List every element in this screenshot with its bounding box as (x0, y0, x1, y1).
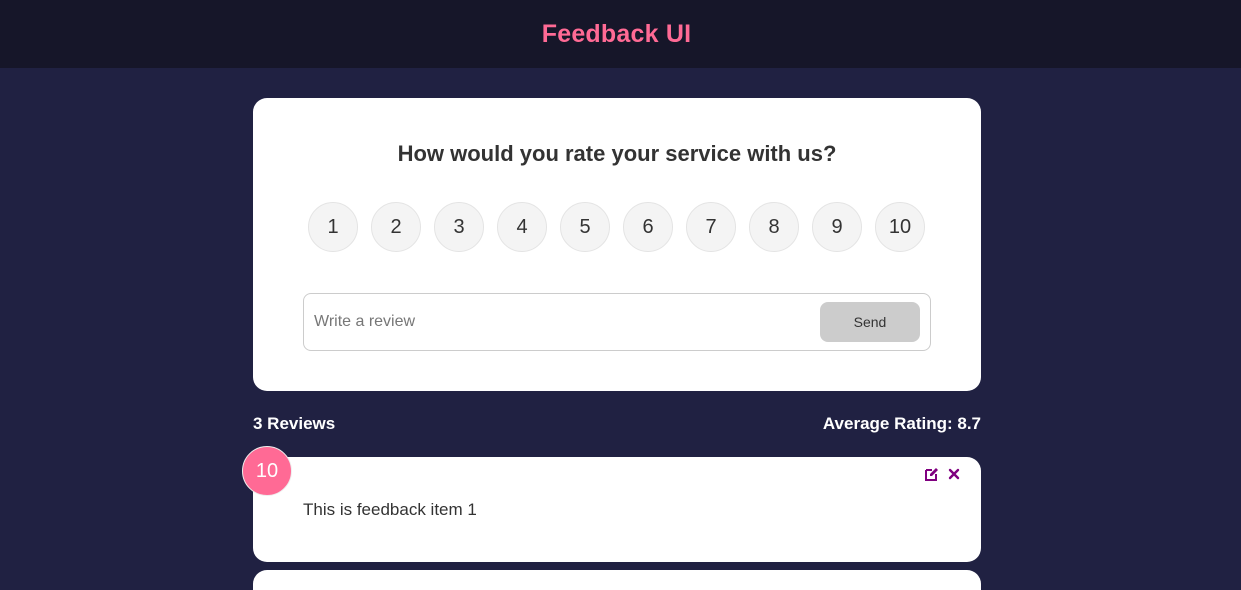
review-input-group: Send (303, 293, 931, 351)
rating-option-4[interactable]: 4 (497, 202, 547, 252)
feedback-text: This is feedback item 1 (303, 500, 477, 519)
rating-options: 1 2 3 4 5 6 7 8 9 10 (308, 202, 925, 252)
send-button[interactable]: Send (820, 302, 920, 342)
rating-card: How would you rate your service with us?… (253, 98, 981, 391)
app-header: Feedback UI (0, 0, 1241, 68)
rating-option-9[interactable]: 9 (812, 202, 862, 252)
app-title: Feedback UI (541, 19, 692, 48)
edit-icon[interactable] (925, 467, 939, 481)
feedback-item-next (253, 570, 981, 590)
average-rating: Average Rating: 8.7 (822, 414, 981, 433)
rating-option-3[interactable]: 3 (434, 202, 484, 252)
rating-option-7[interactable]: 7 (686, 202, 736, 252)
rating-question: How would you rate your service with us? (397, 141, 837, 166)
feedback-item: 10 This is feedback item 1 (242, 446, 981, 562)
close-icon[interactable] (947, 467, 961, 481)
rating-option-10[interactable]: 10 (875, 202, 925, 252)
review-input[interactable] (314, 313, 820, 331)
rating-option-1[interactable]: 1 (308, 202, 358, 252)
rating-option-6[interactable]: 6 (623, 202, 673, 252)
rating-option-5[interactable]: 5 (560, 202, 610, 252)
feedback-rating-badge: 10 (242, 446, 292, 496)
review-count: 3 Reviews (253, 414, 336, 433)
feedback-stats: 3 Reviews Average Rating: 8.7 (253, 414, 981, 434)
rating-option-2[interactable]: 2 (371, 202, 421, 252)
feedback-actions (925, 467, 961, 481)
rating-option-8[interactable]: 8 (749, 202, 799, 252)
